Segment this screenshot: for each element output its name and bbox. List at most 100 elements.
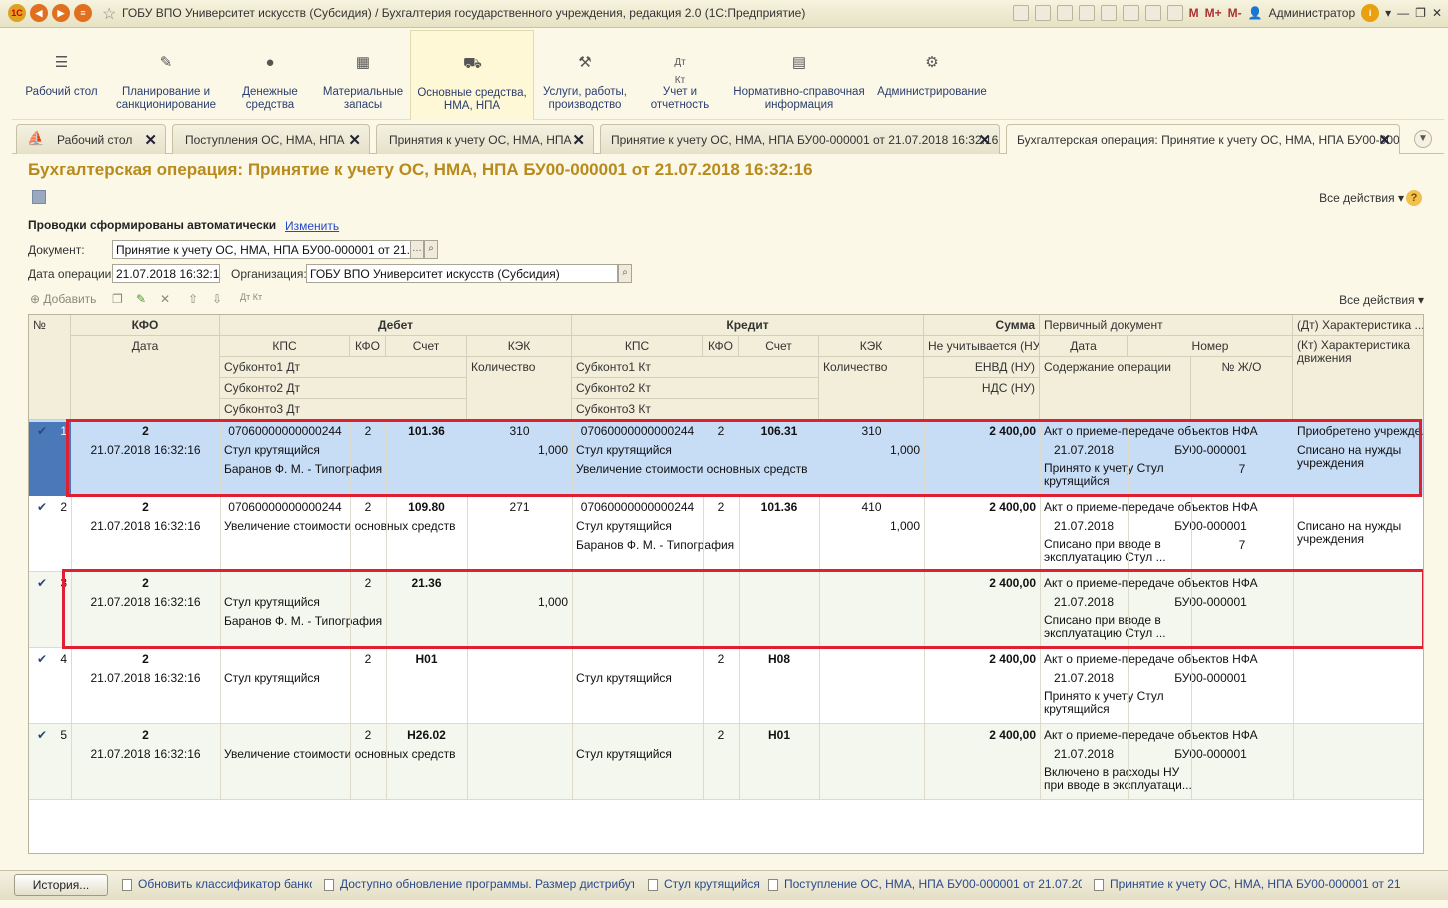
tabs-dropdown-icon[interactable]: ▼ xyxy=(1414,130,1432,148)
all-actions-menu[interactable]: Все действия ▾ xyxy=(1319,191,1404,205)
cell-pdate[interactable]: 21.07.2018 xyxy=(1040,517,1128,535)
header-kredit[interactable]: Кредит xyxy=(572,315,924,336)
notification-3[interactable]: Стул крутящийся xyxy=(648,877,760,891)
header-kt-schet[interactable]: Счет xyxy=(739,336,819,357)
favorite-icon[interactable] xyxy=(1100,5,1117,21)
preview-icon[interactable] xyxy=(1056,5,1073,21)
cell-pdate[interactable]: 21.07.2018 xyxy=(1040,745,1128,763)
cell-kt-kek[interactable]: 410 xyxy=(819,498,924,516)
cell-pdate[interactable]: 21.07.2018 xyxy=(1040,669,1128,687)
section-services[interactable]: ⚒ Услуги, работы, производство xyxy=(538,30,632,120)
close-tab-icon[interactable]: ✕ xyxy=(1378,131,1391,149)
search-icon[interactable]: ⌕ xyxy=(618,264,632,283)
cell-kt-s1[interactable]: Стул крутящийся xyxy=(572,669,819,687)
header-debet[interactable]: Дебет xyxy=(220,315,572,336)
forward-icon[interactable]: ▶ xyxy=(52,4,70,22)
cell-kt-kps[interactable]: 07060000000000244 xyxy=(572,498,703,516)
header-sub2dt[interactable]: Субконто2 Дт xyxy=(220,378,467,399)
header-dt-kps[interactable]: КПС xyxy=(220,336,350,357)
cell-kt-kfo[interactable]: 2 xyxy=(703,650,739,668)
history-icon[interactable] xyxy=(1122,5,1139,21)
cell-kfo[interactable]: 2 xyxy=(71,498,220,516)
header-kfo[interactable]: КФО xyxy=(71,315,220,336)
cell-kt-s2[interactable]: Баранов Ф. М. - Типография xyxy=(572,536,819,554)
header-nomer[interactable]: Номер xyxy=(1128,336,1293,357)
user-name[interactable]: Администратор xyxy=(1269,6,1356,20)
grid-all-actions-menu[interactable]: Все действия ▾ xyxy=(1339,293,1424,307)
close-tab-icon[interactable]: ✕ xyxy=(144,131,157,149)
cell-kt-kfo[interactable]: 2 xyxy=(703,498,739,516)
organization-field[interactable]: ГОБУ ВПО Университет искусств (Субсидия) xyxy=(306,264,618,283)
cell-dt-kfo[interactable]: 2 xyxy=(350,498,386,516)
dt-kt-icon[interactable]: Дт Кт xyxy=(240,292,262,302)
cell-dt-kfo[interactable]: 2 xyxy=(350,650,386,668)
header-dt-schet[interactable]: Счет xyxy=(386,336,467,357)
back-icon[interactable]: ◀ xyxy=(30,4,48,22)
save-icon[interactable] xyxy=(1012,5,1029,21)
header-ne-uchit[interactable]: Не учитывается (НУ) xyxy=(924,336,1040,357)
cell-sum[interactable]: 2 400,00 xyxy=(924,726,1040,744)
header-dt-har[interactable]: (Дт) Характеристика ... xyxy=(1293,315,1423,336)
tab-accounting-operation[interactable]: Бухгалтерская операция: Принятие к учету… xyxy=(1006,124,1400,155)
cell-har3[interactable]: учреждения xyxy=(1293,530,1423,548)
cell-sum[interactable]: 2 400,00 xyxy=(924,650,1040,668)
help-icon[interactable]: ? xyxy=(1406,190,1422,206)
cell-nomer[interactable]: БУ00-000001 xyxy=(1128,745,1293,763)
header-envd[interactable]: ЕНВД (НУ) xyxy=(924,357,1040,378)
memory-m-button[interactable]: M xyxy=(1189,6,1199,20)
section-accounting[interactable]: Дт Кт Учет и отчетность xyxy=(644,30,716,120)
header-sub2kt[interactable]: Субконто2 Кт xyxy=(572,378,819,399)
info-icon[interactable]: i xyxy=(1361,4,1380,22)
restore-icon[interactable]: ❐ xyxy=(1415,6,1426,20)
header-sub3kt[interactable]: Субконто3 Кт xyxy=(572,399,819,420)
section-reference[interactable]: ▤ Нормативно-справочная информация xyxy=(730,30,868,120)
section-fixed-assets[interactable]: ⛟ Основные средства, НМА, НПА xyxy=(410,30,534,120)
change-link[interactable]: Изменить xyxy=(285,219,339,233)
cell-dt-kfo[interactable]: 2 xyxy=(350,726,386,744)
move-up-icon[interactable]: ⇧ xyxy=(188,292,198,306)
cell-nomer[interactable]: БУ00-000001 xyxy=(1128,517,1293,535)
save-icon[interactable] xyxy=(32,190,46,204)
header-dt-kek[interactable]: КЭК xyxy=(467,336,572,357)
notification-4[interactable]: Поступление ОС, НМА, НПА БУ00-000001 от … xyxy=(768,877,1082,891)
header-kt-qty[interactable]: Количество xyxy=(819,357,924,420)
cell-nomer[interactable]: БУ00-000001 xyxy=(1128,669,1293,687)
cell-kfo[interactable]: 2 xyxy=(71,726,220,744)
document-field[interactable]: Принятие к учету ОС, НМА, НПА БУ00-00000… xyxy=(112,240,412,259)
copy-icon[interactable]: ❐ xyxy=(112,292,123,306)
cell-perv[interactable]: Акт о приеме-передаче объектов НФА xyxy=(1040,498,1293,516)
link-icon[interactable] xyxy=(1078,5,1095,21)
add-button[interactable]: ⊕ Добавить xyxy=(30,292,96,306)
cell-dt-s1[interactable]: Увеличение стоимости основных средств xyxy=(220,745,467,763)
cell-dt-kps[interactable]: 07060000000000244 xyxy=(220,498,350,516)
cell-kfo[interactable]: 2 xyxy=(71,650,220,668)
1c-logo-icon[interactable]: 1С xyxy=(8,4,26,22)
cell-dt-s1[interactable]: Увеличение стоимости основных средств xyxy=(220,517,467,535)
tab-receipts[interactable]: Поступления ОС, НМА, НПА ✕ xyxy=(172,124,370,154)
cell-dt-kek[interactable]: 271 xyxy=(467,498,572,516)
close-tab-icon[interactable]: ✕ xyxy=(348,131,361,149)
cell-perv[interactable]: Акт о приеме-передаче объектов НФА xyxy=(1040,726,1293,744)
memory-mplus-button[interactable]: M+ xyxy=(1205,6,1222,20)
cell-dt-schet[interactable]: 109.80 xyxy=(386,498,467,516)
header-pdate[interactable]: Дата xyxy=(1040,336,1128,357)
cell-date[interactable]: 21.07.2018 16:32:16 xyxy=(71,745,220,763)
tab-acceptances[interactable]: Принятия к учету ОС, НМА, НПА ✕ xyxy=(376,124,594,154)
edit-icon[interactable]: ✎ xyxy=(136,292,146,306)
close-icon[interactable]: ✕ xyxy=(1432,6,1442,20)
calculator-icon[interactable] xyxy=(1166,5,1183,21)
select-button[interactable]: … xyxy=(410,240,424,259)
cell-dt-s1[interactable]: Стул крутящийся xyxy=(220,669,467,687)
tab-desktop[interactable]: ⛵ Рабочий стол ✕ xyxy=(16,124,166,154)
cell-perv[interactable]: Акт о приеме-передаче объектов НФА xyxy=(1040,650,1293,668)
header-kt-kek[interactable]: КЭК xyxy=(819,336,924,357)
date-field[interactable]: 21.07.2018 16:32:16 xyxy=(112,264,220,283)
header-soderzh[interactable]: Содержание операции xyxy=(1040,357,1191,420)
section-materials[interactable]: ▦ Материальные запасы xyxy=(320,30,406,120)
cell-kt-s1[interactable]: Стул крутящийся xyxy=(572,745,819,763)
cell-kt-schet[interactable]: Н01 xyxy=(739,726,819,744)
tab-acceptance-doc[interactable]: Принятие к учету ОС, НМА, НПА БУ00-00000… xyxy=(600,124,1000,154)
section-planning[interactable]: ✎ Планирование и санкционирование xyxy=(112,30,220,120)
close-tab-icon[interactable]: ✕ xyxy=(978,131,991,149)
notification-2[interactable]: Доступно обновление программы. Размер ди… xyxy=(324,877,634,891)
